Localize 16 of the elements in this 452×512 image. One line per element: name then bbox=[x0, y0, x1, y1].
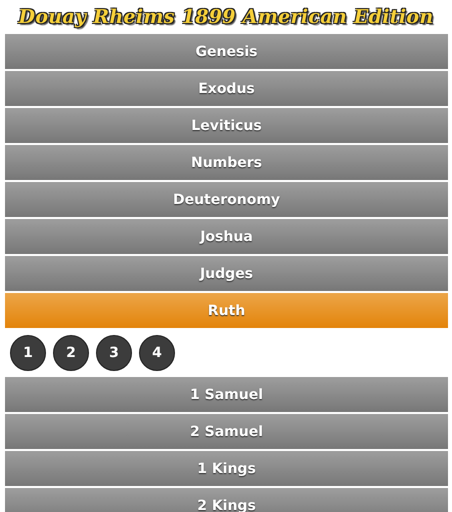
book-button[interactable]: Joshua bbox=[5, 219, 448, 254]
chapter-button[interactable]: 4 bbox=[139, 334, 175, 370]
chapter-button[interactable]: 2 bbox=[53, 334, 89, 370]
app-title: Douay Rheims 1899 American Edition bbox=[17, 5, 434, 30]
book-button[interactable]: Deuteronomy bbox=[5, 182, 448, 217]
book-button[interactable]: Genesis bbox=[5, 34, 448, 69]
book-button[interactable]: Numbers bbox=[5, 145, 448, 180]
book-button[interactable]: Exodus bbox=[5, 71, 448, 106]
book-button[interactable]: Ruth bbox=[5, 293, 448, 328]
chapter-button[interactable]: 1 bbox=[10, 334, 46, 370]
book-button[interactable]: Judges bbox=[5, 256, 448, 291]
book-button[interactable]: Leviticus bbox=[5, 108, 448, 143]
book-button[interactable]: 1 Kings bbox=[5, 451, 448, 486]
book-button[interactable]: 1 Samuel bbox=[5, 377, 448, 412]
chapter-button[interactable]: 3 bbox=[96, 334, 132, 370]
book-button[interactable]: 2 Samuel bbox=[5, 414, 448, 449]
